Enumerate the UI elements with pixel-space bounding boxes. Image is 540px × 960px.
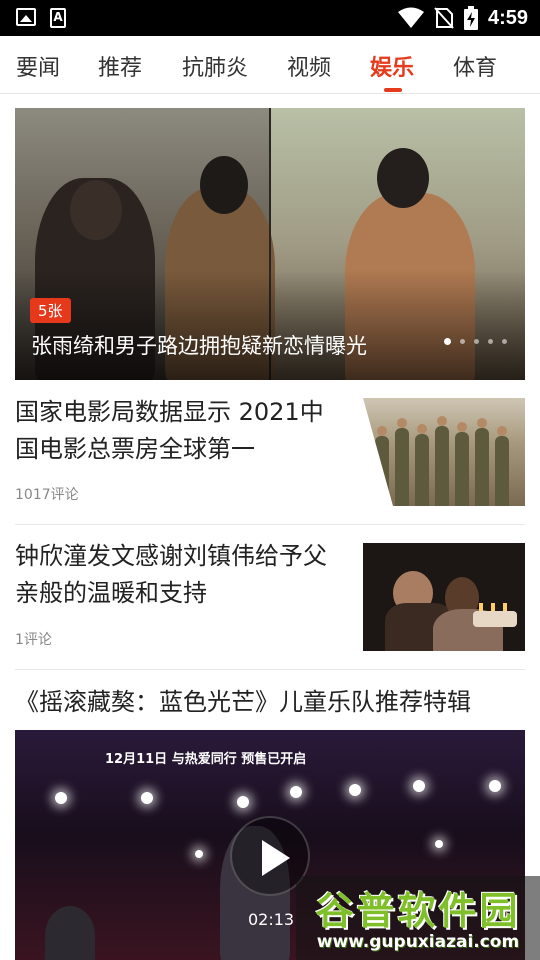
news-thumbnail[interactable] xyxy=(363,398,525,506)
clock: 4:59 xyxy=(487,6,528,29)
watermark-url: www.gupuxiazai.com xyxy=(316,932,520,952)
comment-count: 1评论 xyxy=(15,632,52,648)
status-bar: A 4:59 xyxy=(0,0,540,36)
comment-count: 1017评论 xyxy=(15,487,79,503)
hero-title[interactable]: 张雨绮和男子路边拥抱疑新恋情曝光 xyxy=(31,330,367,360)
video-overlay-text: 12月11日 与热爱同行 预售已开启 xyxy=(105,752,307,767)
news-title[interactable]: 钟欣潼发文感谢刘镇伟给予父亲般的温暖和支持 xyxy=(15,538,345,612)
tab-entertainment[interactable]: 娱乐 xyxy=(370,50,414,82)
tab-anti-pneumonia[interactable]: 抗肺炎 xyxy=(182,50,248,82)
video-duration: 02:13 xyxy=(248,910,295,929)
font-icon: A xyxy=(50,8,66,28)
site-watermark: 谷普软件园 www.gupuxiazai.com xyxy=(296,876,540,960)
carousel-indicator xyxy=(444,338,507,345)
wifi-icon xyxy=(397,7,424,28)
tab-headlines[interactable]: 要闻 xyxy=(16,50,60,82)
video-news-title[interactable]: 《摇滚藏獒：蓝色光芒》儿童乐队推荐特辑 xyxy=(15,682,471,717)
image-icon xyxy=(16,8,36,26)
battery-charging-icon xyxy=(463,6,478,30)
active-tab-indicator xyxy=(384,88,402,92)
photo-count-badge: 5张 xyxy=(30,298,71,323)
hero-carousel[interactable]: 5张 张雨绮和男子路边拥抱疑新恋情曝光 xyxy=(15,108,525,380)
watermark-name: 谷普软件园 xyxy=(315,889,521,933)
carousel-dot xyxy=(444,338,451,345)
news-item[interactable]: 国家电影局数据显示 2021中国电影总票房全球第一 1017评论 xyxy=(15,394,525,514)
news-title[interactable]: 国家电影局数据显示 2021中国电影总票房全球第一 xyxy=(15,394,345,468)
news-item[interactable]: 钟欣潼发文感谢刘镇伟给予父亲般的温暖和支持 1评论 xyxy=(15,538,525,658)
tab-video[interactable]: 视频 xyxy=(287,50,331,82)
tab-sports[interactable]: 体育 xyxy=(453,50,497,82)
list-divider xyxy=(15,524,525,525)
no-sim-icon xyxy=(434,7,454,29)
news-thumbnail[interactable] xyxy=(363,543,525,651)
carousel-dot xyxy=(502,339,507,344)
list-divider xyxy=(15,669,525,670)
channel-tabs: 要闻 推荐 抗肺炎 视频 娱乐 体育 xyxy=(0,36,540,94)
carousel-dot xyxy=(460,339,465,344)
carousel-dot xyxy=(488,339,493,344)
tab-recommended[interactable]: 推荐 xyxy=(98,50,142,82)
carousel-dot xyxy=(474,339,479,344)
